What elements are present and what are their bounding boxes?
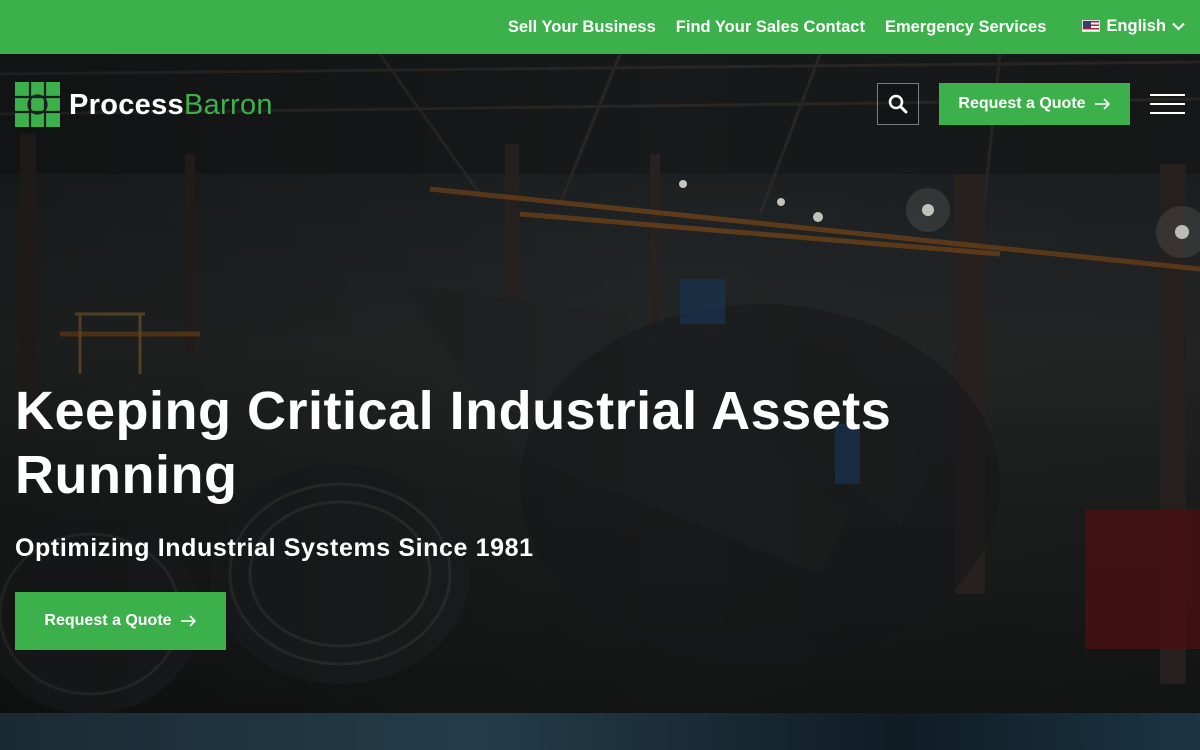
hamburger-menu-icon[interactable] (1150, 94, 1185, 114)
flag-us-icon (1082, 20, 1101, 32)
logo-wordmark-barron: Barron (183, 89, 273, 121)
search-button[interactable] (877, 83, 919, 125)
search-icon (888, 94, 908, 114)
logo-wordmark: ProcessBarron (69, 89, 273, 122)
find-sales-contact-link[interactable]: Find Your Sales Contact (676, 18, 865, 37)
utility-bar: Sell Your Business Find Your Sales Conta… (0, 0, 1200, 54)
hero-section: ProcessBarron Request a Quote Keeping Cr… (0, 54, 1200, 713)
next-section-preview (0, 713, 1200, 750)
request-quote-hero-button[interactable]: Request a Quote (15, 592, 226, 650)
logo-wordmark-process: Process (69, 89, 184, 121)
chevron-down-icon (1172, 17, 1185, 36)
hero-subheadline: Optimizing Industrial Systems Since 1981 (15, 534, 534, 562)
arrow-right-icon (1094, 98, 1111, 110)
logo-mark-icon (15, 82, 60, 127)
language-selector[interactable]: English (1082, 17, 1185, 36)
arrow-right-icon (180, 615, 197, 627)
hero-headline: Keeping Critical Industrial Assets Runni… (15, 381, 892, 505)
request-quote-header-label: Request a Quote (958, 95, 1086, 112)
language-label: English (1106, 16, 1166, 35)
sell-your-business-link[interactable]: Sell Your Business (508, 18, 656, 37)
request-quote-header-button[interactable]: Request a Quote (939, 83, 1130, 125)
request-quote-hero-label: Request a Quote (44, 612, 172, 629)
processbarron-logo[interactable]: ProcessBarron (15, 82, 273, 127)
emergency-services-link[interactable]: Emergency Services (885, 18, 1046, 37)
